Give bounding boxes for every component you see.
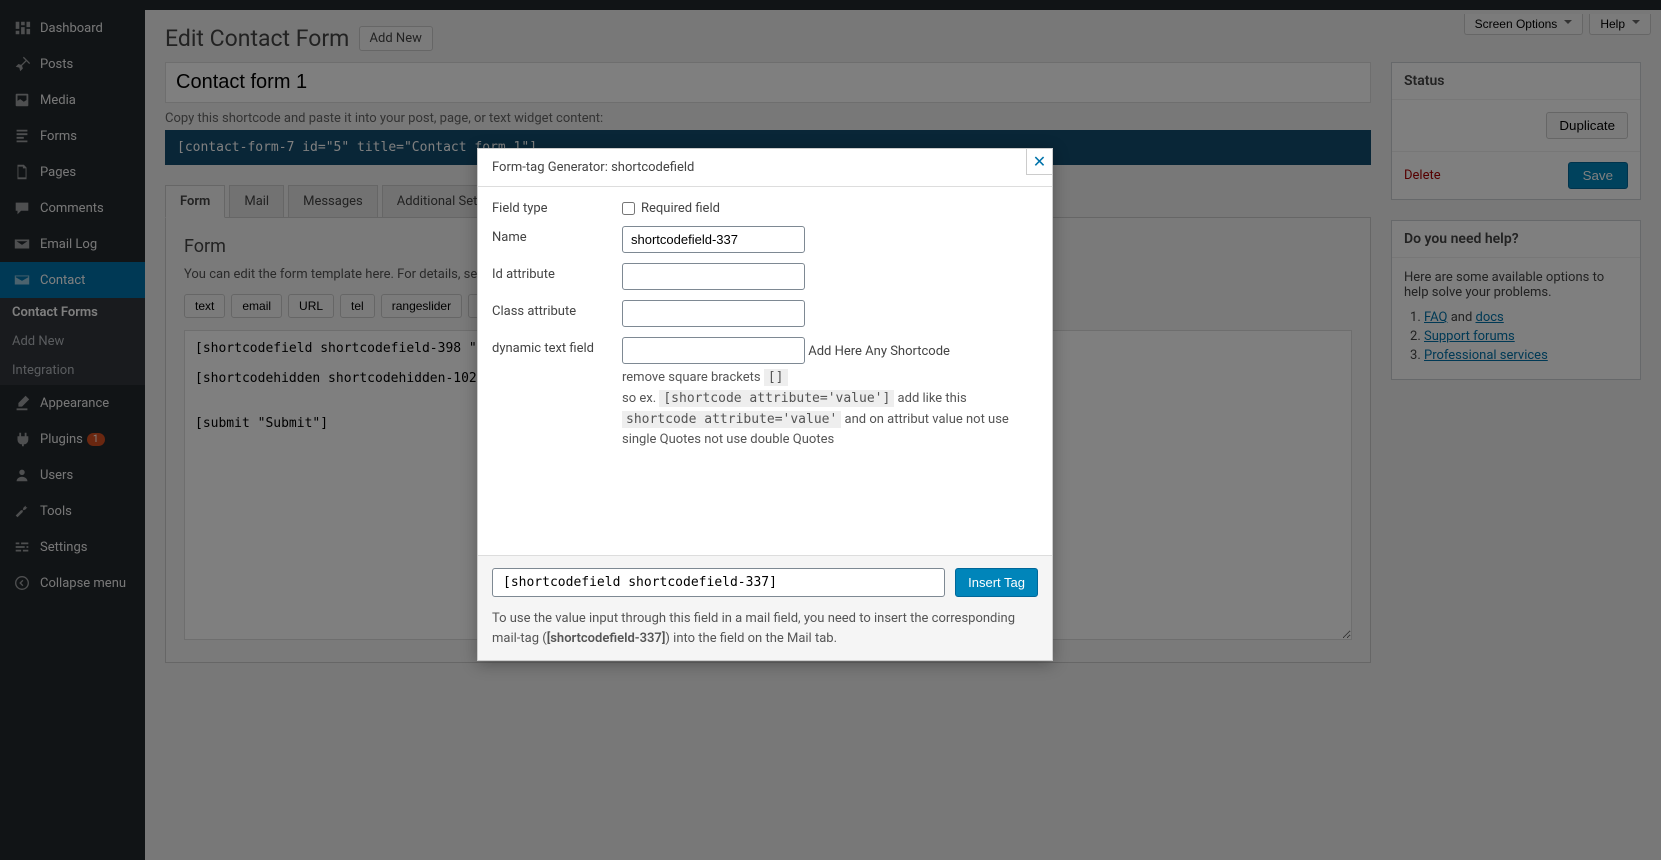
insert-tag-button[interactable]: Insert Tag	[955, 568, 1038, 597]
name-input[interactable]	[622, 226, 805, 253]
required-checkbox[interactable]	[622, 202, 635, 215]
dynamic-input[interactable]	[622, 337, 805, 364]
shortcode-output[interactable]	[492, 568, 945, 597]
modal-footer: Insert Tag To use the value input throug…	[478, 555, 1052, 660]
dynamic-hint: Add Here Any Shortcode	[808, 344, 950, 359]
modal-title: Form-tag Generator: shortcodefield	[492, 160, 694, 175]
modal-close-button[interactable]: ✕	[1026, 148, 1053, 175]
class-attr-input[interactable]	[622, 300, 805, 327]
dynamic-label: dynamic text field	[492, 337, 622, 356]
class-attr-label: Class attribute	[492, 300, 622, 319]
modal-header: Form-tag Generator: shortcodefield ✕	[478, 149, 1052, 187]
required-label: Required field	[641, 201, 720, 216]
field-type-label: Field type	[492, 201, 622, 216]
formtag-generator-modal: Form-tag Generator: shortcodefield ✕ Fie…	[477, 148, 1053, 661]
dynamic-description: remove square brackets [] so ex. [shortc…	[622, 368, 1038, 451]
name-label: Name	[492, 226, 622, 245]
mailtag-hint: To use the value input through this fiel…	[492, 609, 1038, 648]
close-icon: ✕	[1033, 152, 1046, 171]
id-attr-input[interactable]	[622, 263, 805, 290]
id-attr-label: Id attribute	[492, 263, 622, 282]
